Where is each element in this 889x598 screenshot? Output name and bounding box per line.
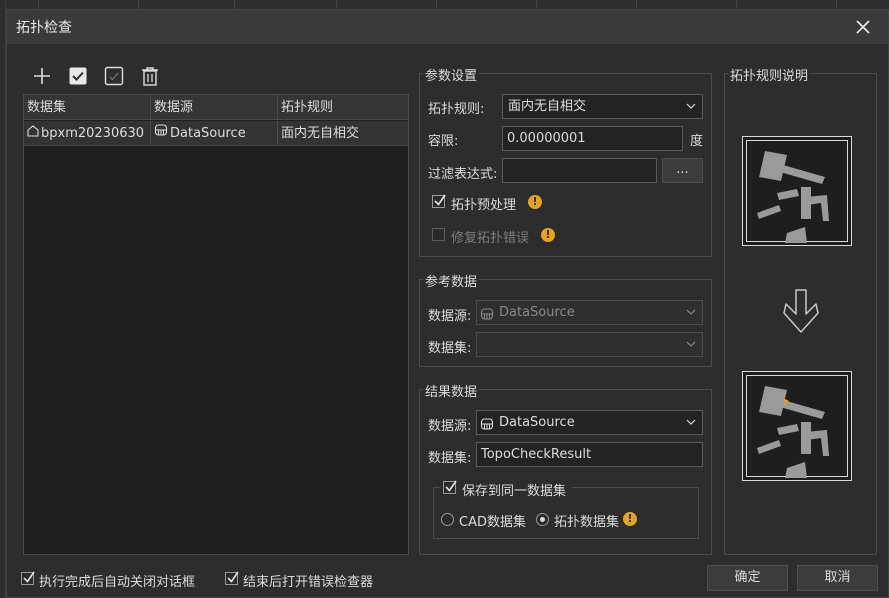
- chevron-down-icon: [686, 309, 696, 315]
- polygons-after-icon: [757, 386, 829, 478]
- rule-combo-value: 面内无自相交: [508, 99, 587, 114]
- topo-warning-icon: !: [623, 512, 637, 526]
- tolerance-label: 容限:: [428, 134, 459, 149]
- preprocess-checkbox[interactable]: [432, 194, 446, 208]
- rule-label: 拓扑规则:: [428, 102, 485, 117]
- invert-select-icon: [104, 66, 124, 86]
- chevron-down-icon: [686, 419, 696, 425]
- datasource-icon: [480, 306, 494, 329]
- open-checker-label: 结束后打开错误检查器: [243, 575, 374, 590]
- rule-combo[interactable]: 面内无自相交: [502, 94, 703, 119]
- column-header-rule[interactable]: 拓扑规则: [278, 95, 408, 120]
- checkmark-icon: [445, 480, 457, 492]
- cancel-button[interactable]: 取消: [797, 565, 878, 591]
- close-button[interactable]: [850, 14, 876, 40]
- preprocess-label: 拓扑预处理: [451, 198, 517, 213]
- tolerance-input[interactable]: 0.00000001: [502, 126, 683, 151]
- filter-input[interactable]: [502, 158, 657, 183]
- datasource-icon: [154, 121, 168, 146]
- close-icon: [856, 20, 870, 34]
- invert-select-button[interactable]: [103, 65, 125, 87]
- dialog-title: 拓扑检查: [16, 20, 72, 36]
- rule-before-illustration: [742, 136, 852, 246]
- repair-label: 修复拓扑错误: [451, 231, 530, 246]
- table-cell-datasource-text: DataSource: [170, 126, 246, 141]
- preprocess-warning-icon: !: [528, 195, 542, 209]
- result-datasource-value: DataSource: [499, 415, 575, 430]
- params-legend: 参数设置: [423, 65, 480, 84]
- ref-datasource-combo[interactable]: DataSource: [476, 300, 703, 325]
- rule-after-illustration: [742, 371, 852, 481]
- ref-datasource-value: DataSource: [499, 305, 575, 320]
- result-dataset-label: 数据集:: [428, 451, 472, 466]
- result-dataset-input[interactable]: TopoCheckResult: [476, 442, 703, 467]
- result-datasource-combo[interactable]: DataSource: [476, 410, 703, 435]
- delete-icon: [142, 67, 158, 86]
- ok-button[interactable]: 确定: [707, 565, 788, 591]
- tolerance-unit: 度: [690, 134, 704, 149]
- dialog-titlebar: [7, 10, 888, 44]
- reference-legend: 参考数据: [423, 271, 480, 290]
- dataset-table[interactable]: [23, 94, 409, 555]
- region-dataset-icon: [27, 121, 39, 146]
- filter-browse-button[interactable]: ...: [662, 158, 703, 183]
- topo-dataset-label: 拓扑数据集: [554, 515, 620, 530]
- radio-selected-dot: [540, 517, 545, 522]
- delete-button[interactable]: [139, 65, 161, 87]
- result-legend: 结果数据: [423, 381, 480, 400]
- rule-description-legend: 拓扑规则说明: [728, 65, 811, 84]
- cad-dataset-radio[interactable]: [441, 513, 454, 526]
- chevron-down-icon: [686, 341, 696, 347]
- open-checker-checkbox[interactable]: [225, 571, 239, 585]
- save-same-checkbox[interactable]: [443, 480, 457, 494]
- table-cell-datasource[interactable]: DataSource: [151, 121, 278, 146]
- table-cell-dataset[interactable]: bpxm20230630: [24, 121, 151, 146]
- repair-warning-icon: !: [541, 228, 555, 242]
- ref-datasource-label: 数据源:: [428, 309, 472, 324]
- select-all-icon: [69, 67, 87, 85]
- topo-dataset-radio[interactable]: [536, 513, 549, 526]
- column-header-datasource[interactable]: 数据源: [151, 95, 278, 120]
- cad-dataset-label: CAD数据集: [459, 515, 526, 530]
- polygons-before-icon: [757, 151, 829, 243]
- checkmark-icon: [227, 571, 239, 583]
- plus-icon: [34, 68, 50, 84]
- filter-label: 过滤表达式:: [428, 167, 498, 182]
- save-same-label: 保存到同一数据集: [462, 484, 567, 499]
- result-datasource-label: 数据源:: [428, 419, 472, 434]
- auto-close-checkbox[interactable]: [21, 571, 35, 585]
- datasource-icon: [480, 416, 494, 439]
- down-arrow-icon: [782, 288, 820, 338]
- table-cell-rule[interactable]: 面内无自相交: [278, 121, 408, 146]
- add-button[interactable]: [31, 65, 53, 87]
- repair-checkbox[interactable]: [432, 228, 445, 241]
- auto-close-label: 执行完成后自动关闭对话框: [39, 575, 196, 590]
- table-cell-dataset-text: bpxm20230630: [41, 126, 145, 141]
- ref-dataset-label: 数据集:: [428, 341, 472, 356]
- chevron-down-icon: [686, 103, 696, 109]
- checkmark-icon: [434, 194, 446, 206]
- checkmark-icon: [23, 571, 35, 583]
- select-all-button[interactable]: [67, 65, 89, 87]
- ref-dataset-combo[interactable]: [476, 332, 703, 357]
- column-header-dataset[interactable]: 数据集: [24, 95, 151, 120]
